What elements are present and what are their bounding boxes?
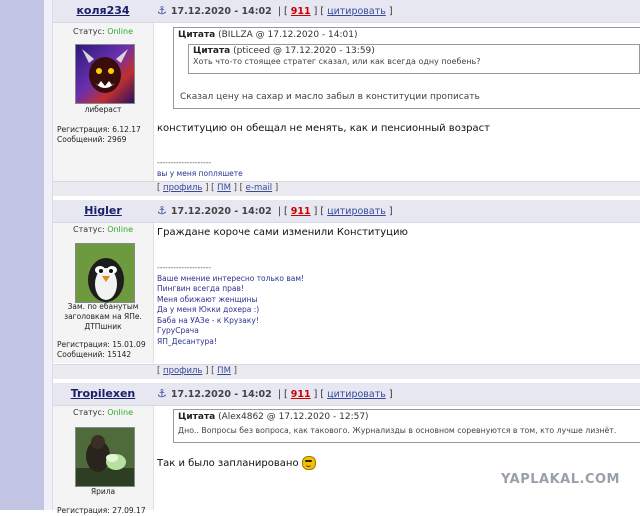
post-meta: ⚓ 17.12.2020 - 14:02 | [ 911 ] [ цитирова… xyxy=(157,387,393,400)
post-message: Граждане короче сами изменили Конституци… xyxy=(157,227,408,238)
message-count: Сообщений: 15142 xyxy=(57,350,132,359)
post: Tropilexen ⚓ 17.12.2020 - 14:02 | [ 911 ]… xyxy=(53,383,640,515)
post-message: Так и было запланировано xyxy=(157,456,316,470)
quote-text: Дно.. Вопросы без вопроса, как такового.… xyxy=(178,426,617,435)
post-footer: [ профиль ] [ ПМ ] xyxy=(53,364,640,379)
user-status: Статус: Online xyxy=(73,225,133,234)
quote-block: Цитата (BILLZA @ 17.12.2020 - 14:01) Цит… xyxy=(173,27,640,109)
post-date: 17.12.2020 - 14:02 xyxy=(170,6,272,17)
left-sidebar-strip xyxy=(0,0,44,510)
nested-quote-header: Цитата (pticeed @ 17.12.2020 - 13:59) xyxy=(193,46,375,56)
author-sidebar: Статус: Online Зам. по ебанутым заголовк… xyxy=(53,223,154,363)
quote-header: Цитата (Alex4862 @ 17.12.2020 - 12:57) xyxy=(178,412,369,422)
author-name[interactable]: Tropilexen xyxy=(53,383,153,405)
signature-line: Пингвин всегда прав! xyxy=(157,284,244,293)
cool-smiley-icon xyxy=(301,456,316,470)
left-sidebar-edge xyxy=(44,0,53,510)
forum-thread: коля234 ⚓ 17.12.2020 - 14:02 | [ 911 ] [ … xyxy=(53,0,640,515)
post-meta: ⚓ 17.12.2020 - 14:02 | [ 911 ] [ цитирова… xyxy=(157,4,393,17)
quote-header: Цитата (BILLZA @ 17.12.2020 - 14:01) xyxy=(178,30,358,40)
quote-link[interactable]: цитировать xyxy=(327,206,386,217)
nested-quote-text: Хоть что-то стоящее стратег сказал, или … xyxy=(193,57,481,66)
user-title: Зам. по ебанутым заголовкам на ЯПе. ДТПш… xyxy=(64,302,142,331)
registration-date: Регистрация: 6.12.17 xyxy=(57,125,141,134)
signature: -------------------- вы у меня попляшете xyxy=(157,158,243,178)
signature-line: Меня обижают женщины xyxy=(157,294,258,304)
user-title: либераст xyxy=(84,105,122,114)
anchor-icon[interactable]: ⚓ xyxy=(157,4,167,17)
anchor-icon[interactable]: ⚓ xyxy=(157,387,167,400)
registration-date: Регистрация: 15.01.09 xyxy=(57,340,146,349)
post-number[interactable]: 911 xyxy=(291,6,311,17)
avatar xyxy=(75,243,135,303)
email-link[interactable]: e-mail xyxy=(246,183,273,193)
user-status: Статус: Online xyxy=(73,27,133,36)
post-meta: ⚓ 17.12.2020 - 14:02 | [ 911 ] [ цитирова… xyxy=(157,204,393,217)
author-name[interactable]: Higler xyxy=(53,200,153,222)
author-name[interactable]: коля234 xyxy=(53,0,153,22)
post-number[interactable]: 911 xyxy=(291,389,311,400)
post: коля234 ⚓ 17.12.2020 - 14:02 | [ 911 ] [ … xyxy=(53,0,640,197)
quote-text: Сказал цену на сахар и масло забыл в кон… xyxy=(180,92,480,102)
signature: -------------------- Ваше мнение интерес… xyxy=(157,263,305,346)
post-message: конституцию он обещал не менять, как и п… xyxy=(157,123,490,134)
quote-link[interactable]: цитировать xyxy=(327,389,386,400)
post: Higler ⚓ 17.12.2020 - 14:02 | [ 911 ] [ ц… xyxy=(53,200,640,380)
author-sidebar: Статус: Online либераст Регистрация: 6.1… xyxy=(53,23,154,182)
avatar xyxy=(75,427,135,487)
post-header: Higler ⚓ 17.12.2020 - 14:02 | [ 911 ] [ ц… xyxy=(53,200,640,223)
profile-link[interactable]: профиль xyxy=(163,183,202,193)
signature-line: Ваше мнение интересно только вам! xyxy=(157,273,305,283)
post-number[interactable]: 911 xyxy=(291,206,311,217)
signature-line: Баба на УАЗе - к Крузаку! xyxy=(157,315,259,325)
author-sidebar: Статус: Online Ярила Регистрация: 27.09.… xyxy=(53,406,154,515)
pm-link[interactable]: ПМ xyxy=(217,366,231,376)
site-watermark: YAPLAKAL.COM xyxy=(501,472,620,487)
signature-line: ЯП_Десантура! xyxy=(157,336,217,346)
post-header: Tropilexen ⚓ 17.12.2020 - 14:02 | [ 911 ]… xyxy=(53,383,640,406)
post-date: 17.12.2020 - 14:02 xyxy=(170,389,272,400)
avatar xyxy=(75,44,135,104)
user-status: Статус: Online xyxy=(73,408,133,417)
pm-link[interactable]: ПМ xyxy=(217,183,231,193)
registration-date: Регистрация: 27.09.17 xyxy=(57,506,146,515)
anchor-icon[interactable]: ⚓ xyxy=(157,204,167,217)
post-footer: [ профиль ] [ ПМ ] [ e-mail ] xyxy=(53,181,640,196)
post-date: 17.12.2020 - 14:02 xyxy=(170,206,272,217)
quote-block: Цитата (Alex4862 @ 17.12.2020 - 12:57) Д… xyxy=(173,409,640,443)
user-title: Ярила xyxy=(90,487,116,496)
nested-quote-block: Цитата (pticeed @ 17.12.2020 - 13:59) Хо… xyxy=(188,44,640,74)
profile-link[interactable]: профиль xyxy=(163,366,202,376)
signature-line: ГуруСрача xyxy=(157,326,199,335)
message-count: Сообщений: 2969 xyxy=(57,135,127,144)
quote-link[interactable]: цитировать xyxy=(327,6,386,17)
signature-line: Да у меня Юкки дохера :) xyxy=(157,305,260,314)
signature-line: вы у меня попляшете xyxy=(157,168,243,178)
post-header: коля234 ⚓ 17.12.2020 - 14:02 | [ 911 ] [ … xyxy=(53,0,640,23)
